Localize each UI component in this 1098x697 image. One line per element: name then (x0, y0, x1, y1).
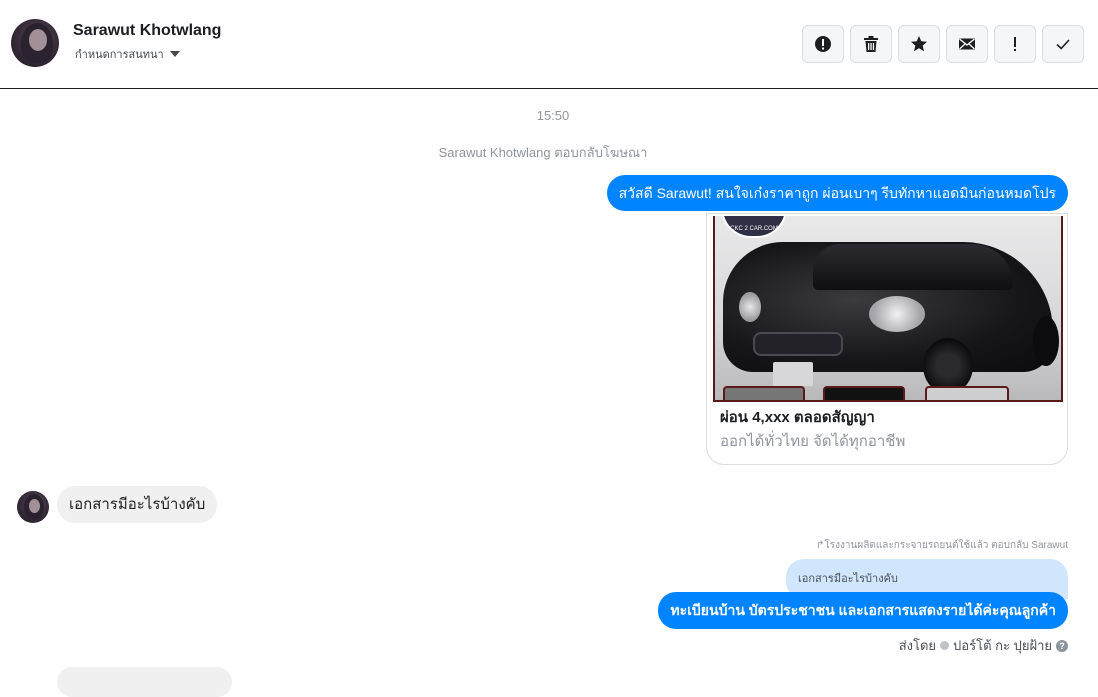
conversation-header: Sarawut Khotwlang กำหนดการสนทนา (0, 0, 1098, 89)
delete-button[interactable] (850, 25, 892, 63)
incoming-message-partial (57, 667, 232, 697)
check-icon (1056, 39, 1070, 50)
contact-name[interactable]: Sarawut Khotwlang (73, 22, 221, 40)
header-actions (802, 25, 1084, 63)
incoming-message[interactable]: เอกสารมีอะไรบ้างคับ (57, 486, 218, 523)
message-timestamp: 15:50 (536, 108, 570, 123)
trash-icon (864, 36, 878, 52)
report-icon (815, 36, 831, 52)
star-icon (911, 36, 927, 52)
outgoing-reply-message[interactable]: ทะเบียนบ้าน บัตรประชาชน และเอกสารแสดงราย… (658, 592, 1068, 629)
image-thumbnail (925, 386, 1009, 400)
contact-avatar-small[interactable] (17, 491, 49, 523)
caret-down-icon (169, 51, 180, 57)
ad-reply-notice: Sarawut Khotwlang ตอบกลับโฆษณา (438, 145, 648, 160)
outgoing-message[interactable]: สวัสดี Sarawut! สนใจเก๋งราคาถูก ผ่อนเบาๆ… (606, 175, 1068, 211)
mark-unread-button[interactable] (946, 25, 988, 63)
envelope-icon (959, 38, 975, 50)
ad-card-title: ผ่อน 4,xxx ตลอดสัญญา (720, 409, 875, 426)
exclamation-icon (1014, 37, 1016, 51)
contact-avatar[interactable] (11, 19, 59, 67)
assign-conversation-label: กำหนดการสนทนา (75, 49, 164, 61)
mark-done-button[interactable] (1042, 25, 1084, 63)
agent-avatar-icon (940, 641, 950, 650)
assign-conversation-dropdown[interactable]: กำหนดการสนทนา (75, 45, 180, 63)
ad-card-subtitle: ออกได้ทั่วไทย จัดได้ทุกอาชีพ (720, 433, 906, 450)
sent-by-line: ส่งโดย ปอร์โต้ กะ ปุยฝ้าย ? (899, 635, 1068, 656)
ad-card[interactable]: CKC 2 CAR.COM ผ่อน 4,xxx ตลอดสัญญา ออกได… (706, 213, 1068, 465)
mark-spam-button[interactable] (802, 25, 844, 63)
star-button[interactable] (898, 25, 940, 63)
follow-up-button[interactable] (994, 25, 1036, 63)
image-thumbnail (823, 386, 905, 400)
ad-card-image: CKC 2 CAR.COM (713, 216, 1063, 402)
reply-context: ↱โรงงานผลิตและกระจายรถยนต์ใช้แล้ว ตอบกลั… (816, 540, 1068, 551)
sent-by-label: ส่งโดย (898, 638, 937, 653)
image-thumbnail (723, 386, 805, 400)
sent-by-name[interactable]: ปอร์โต้ กะ ปุยฝ้าย (953, 635, 1052, 656)
help-icon[interactable]: ? (1056, 639, 1068, 652)
dealer-logo: CKC 2 CAR.COM (721, 216, 787, 238)
